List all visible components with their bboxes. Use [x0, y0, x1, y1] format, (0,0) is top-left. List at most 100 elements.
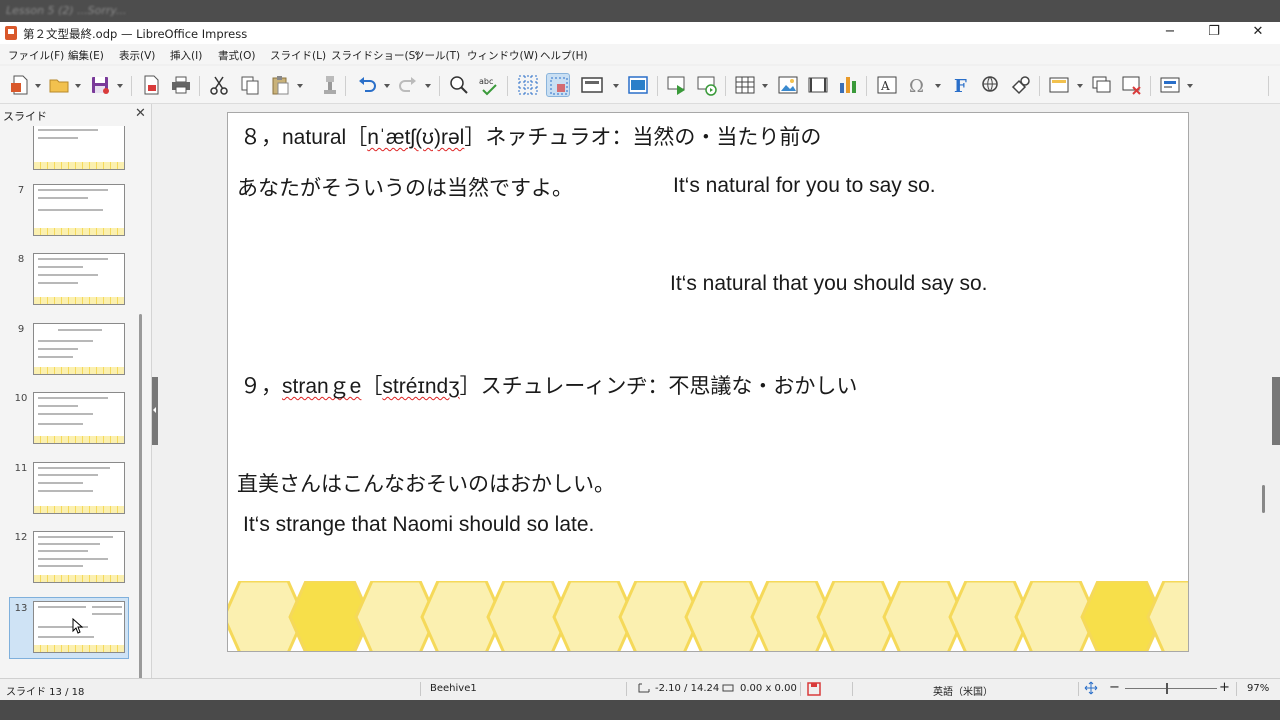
table-icon[interactable]: [733, 73, 757, 97]
slide-pane-close-icon[interactable]: ✕: [135, 106, 146, 121]
layout-dropdown[interactable]: [612, 82, 620, 90]
thumbnail-list[interactable]: 7 8 9 10 11 12 13: [0, 126, 150, 676]
fontwork-icon[interactable]: F: [948, 73, 972, 97]
open-folder-icon[interactable]: [47, 73, 71, 97]
close-button[interactable]: ✕: [1236, 22, 1280, 44]
hyperlink-icon[interactable]: [979, 73, 1003, 97]
zoom-out-button[interactable]: −: [1109, 680, 1120, 695]
bracket-open: ［: [361, 374, 383, 398]
zoom-percentage[interactable]: 97%: [1247, 683, 1269, 694]
textbox-icon[interactable]: A: [875, 73, 899, 97]
redo-dropdown[interactable]: [424, 82, 432, 90]
slide-thumbnail-8[interactable]: [33, 253, 125, 305]
special-character-icon[interactable]: Ω: [905, 73, 929, 97]
example-en-strange[interactable]: It‘s strange that Naomi should so late.: [243, 513, 594, 537]
zoom-in-button[interactable]: +: [1219, 680, 1230, 695]
open-dropdown[interactable]: [74, 82, 82, 90]
master-slide-icon[interactable]: [626, 73, 650, 97]
cut-icon[interactable]: [207, 73, 231, 97]
example-jp-strange[interactable]: 直美さんはこんなおそいのはおかしい。: [237, 468, 615, 498]
delete-slide-icon[interactable]: [1120, 73, 1144, 97]
new-slide-icon[interactable]: [1090, 73, 1114, 97]
slide-number: 11: [14, 463, 28, 474]
zoom-slider-thumb[interactable]: [1166, 683, 1168, 694]
slide-layout-icon[interactable]: [580, 73, 604, 97]
slide-thumbnail-7[interactable]: [33, 184, 125, 236]
menu-tools[interactable]: ツール(T): [414, 48, 460, 63]
new-document-icon[interactable]: [8, 73, 32, 97]
display-grid-icon[interactable]: [516, 73, 540, 97]
find-replace-icon[interactable]: [447, 73, 471, 97]
size-icon: [721, 682, 735, 697]
special-character-dropdown[interactable]: [934, 82, 942, 90]
save-dropdown[interactable]: [116, 82, 124, 90]
header-footer-icon[interactable]: [1047, 73, 1071, 97]
zoom-slider-track[interactable]: [1125, 688, 1217, 689]
slide-counter[interactable]: スライド 13 / 18: [6, 683, 84, 698]
slide-canvas[interactable]: ８，natural［nˈætʃ(ʊ)rəl］ネァチュラオ：当然の・当たり前の あ…: [227, 112, 1189, 652]
slide-pane-scrollbar[interactable]: [139, 314, 142, 684]
menu-edit[interactable]: 編集(E): [68, 48, 104, 63]
helplines-icon[interactable]: [546, 73, 570, 97]
language-indicator[interactable]: 英語（米国）: [933, 683, 993, 698]
header-footer-dropdown[interactable]: [1076, 82, 1084, 90]
honeycomb-cell: [1146, 581, 1188, 651]
save-icon[interactable]: [88, 73, 112, 97]
svg-text:A: A: [880, 79, 890, 93]
media-icon[interactable]: [806, 73, 830, 97]
menu-file[interactable]: ファイル(F): [8, 48, 64, 63]
menu-help[interactable]: ヘルプ(H): [540, 48, 588, 63]
undo-icon[interactable]: [355, 73, 379, 97]
impress-app-icon: [5, 26, 17, 40]
image-icon[interactable]: [776, 73, 800, 97]
example-en-natural-2[interactable]: It‘s natural that you should say so.: [670, 272, 988, 296]
shapes-icon[interactable]: [1009, 73, 1033, 97]
vocab-line-strange[interactable]: ９，stranｇe［stréɪndʒ］スチュレーィンヂ：不思議な・おかしい: [240, 370, 857, 400]
window-title: 第２文型最終.odp — LibreOffice Impress: [23, 27, 248, 41]
spellcheck-icon[interactable]: abc: [477, 73, 501, 97]
slide-layout-menu-icon[interactable]: [1158, 73, 1182, 97]
menu-view[interactable]: 表示(V): [119, 48, 155, 63]
example-en-natural-1[interactable]: It‘s natural for you to say so.: [673, 174, 936, 198]
vertical-scrollbar[interactable]: [1262, 485, 1265, 513]
bracket-close: ］: [464, 125, 486, 149]
copy-icon[interactable]: [238, 73, 262, 97]
slide-thumbnail-10[interactable]: [33, 392, 125, 444]
slide-workspace: ８，natural［nˈætʃ(ʊ)rəl］ネァチュラオ：当然の・当たり前の あ…: [158, 104, 1270, 682]
fit-slide-icon[interactable]: [1084, 681, 1098, 698]
master-slide-name[interactable]: Beehive1: [430, 683, 477, 694]
paste-icon[interactable]: [268, 73, 292, 97]
slide-thumbnail-11[interactable]: [33, 462, 125, 514]
print-icon[interactable]: [169, 73, 193, 97]
vocab-line-natural[interactable]: ８，natural［nˈætʃ(ʊ)rəl］ネァチュラオ：当然の・当たり前の: [240, 121, 821, 151]
menu-slide[interactable]: スライド(L): [270, 48, 326, 63]
background-blur-text: Lesson 5 (2) ...Sorry...: [6, 4, 127, 17]
slide-thumbnail-13[interactable]: [33, 601, 125, 653]
paste-dropdown[interactable]: [296, 82, 304, 90]
document-modified-icon[interactable]: [806, 681, 822, 700]
minimize-button[interactable]: −: [1148, 22, 1192, 44]
undo-dropdown[interactable]: [383, 82, 391, 90]
clone-format-icon[interactable]: [318, 73, 342, 97]
redo-icon[interactable]: [396, 73, 420, 97]
pronunciation: nˈætʃ(ʊ)rəl: [367, 126, 465, 149]
export-pdf-icon[interactable]: [139, 73, 163, 97]
maximize-button[interactable]: ❐: [1192, 22, 1236, 44]
layout-menu-dropdown[interactable]: [1186, 82, 1194, 90]
table-dropdown[interactable]: [761, 82, 769, 90]
slide-thumbnail-12[interactable]: [33, 531, 125, 583]
menu-format[interactable]: 書式(O): [218, 48, 255, 63]
menu-window[interactable]: ウィンドウ(W): [467, 48, 538, 63]
background-top-strip: Lesson 5 (2) ...Sorry...: [0, 0, 1280, 22]
sidebar-collapse-handle[interactable]: [1272, 377, 1280, 445]
new-dropdown[interactable]: [34, 82, 42, 90]
menu-slideshow[interactable]: スライドショー(S): [331, 48, 419, 63]
chart-icon[interactable]: [836, 73, 860, 97]
title-bar: 第２文型最終.odp — LibreOffice Impress − ❐ ✕: [0, 22, 1280, 44]
slide-thumbnail-6[interactable]: [33, 126, 125, 170]
slide-thumbnail-9[interactable]: [33, 323, 125, 375]
menu-insert[interactable]: 挿入(I): [170, 48, 202, 63]
start-first-slide-icon[interactable]: [665, 73, 689, 97]
example-jp-natural[interactable]: あなたがそういうのは当然ですよ。: [237, 172, 573, 202]
start-current-slide-icon[interactable]: [695, 73, 719, 97]
